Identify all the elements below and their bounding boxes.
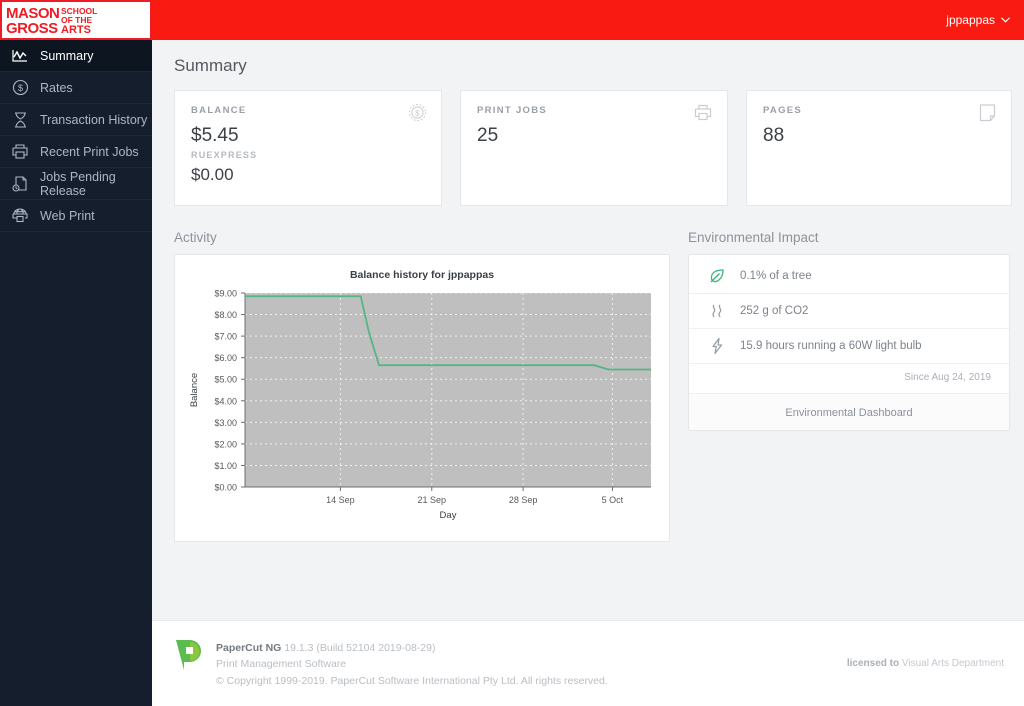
environmental-dashboard-link[interactable]: Environmental Dashboard — [785, 407, 912, 419]
content-area: Summary BALANCE $5.45 RUEXPRESS $0.00 $ — [152, 40, 1024, 706]
papercut-logo-icon — [174, 638, 204, 677]
balance-card-label: BALANCE — [191, 105, 247, 116]
svg-text:14 Sep: 14 Sep — [326, 495, 355, 505]
svg-text:$4.00: $4.00 — [214, 396, 237, 406]
co2-smoke-icon — [707, 302, 727, 320]
footer-version: 19.1.3 (Build 52104 2019-08-29) — [284, 642, 436, 655]
svg-text:28 Sep: 28 Sep — [509, 495, 538, 505]
sidebar-nav: Summary $ Rates Transaction History Rece… — [0, 40, 152, 232]
footer-text: PaperCut NG 19.1.3 (Build 52104 2019-08-… — [216, 638, 608, 689]
svg-text:$: $ — [17, 83, 22, 93]
pages-card-value: 88 — [763, 125, 785, 146]
svg-text:ARTS: ARTS — [61, 24, 91, 36]
pages-card-label: PAGES — [763, 105, 803, 116]
pages-card: PAGES 88 — [746, 90, 1012, 206]
footer-license-prefix: licensed to — [846, 658, 900, 669]
svg-text:$8.00: $8.00 — [214, 310, 237, 320]
svg-text:$: $ — [415, 109, 420, 118]
sidebar-item-transaction-history[interactable]: Transaction History — [0, 104, 152, 136]
dashboard-sections: Activity Balance history for jppappas $0… — [168, 206, 1012, 542]
activity-heading: Activity — [174, 230, 217, 245]
globe-printer-icon — [10, 206, 30, 226]
footer-copyright: © Copyright 1999-2019. PaperCut Software… — [216, 674, 608, 687]
page-icon — [978, 103, 997, 128]
environmental-panel: 0.1% of a tree 252 g of CO2 15.9 hours r… — [688, 254, 1010, 431]
summary-cards: BALANCE $5.45 RUEXPRESS $0.00 $ PRINT JO… — [168, 90, 1012, 206]
mason-gross-logo-icon: MASON GROSS SCHOOL OF THE ARTS — [6, 5, 97, 37]
env-row-co2: 252 g of CO2 — [689, 294, 1009, 329]
svg-text:$2.00: $2.00 — [214, 439, 237, 449]
activity-section: Activity Balance history for jppappas $0… — [174, 230, 670, 542]
sidebar-item-label: Recent Print Jobs — [40, 144, 139, 159]
sidebar-item-label: Rates — [40, 80, 73, 95]
lightning-bolt-icon — [707, 337, 727, 355]
env-row-tree: 0.1% of a tree — [689, 255, 1009, 294]
environmental-heading: Environmental Impact — [688, 230, 819, 245]
sidebar-item-jobs-pending-release[interactable]: Jobs Pending Release — [0, 168, 152, 200]
svg-text:$6.00: $6.00 — [214, 353, 237, 363]
env-row-text: 252 g of CO2 — [740, 305, 809, 317]
balance-card-value: $5.45 — [191, 125, 239, 146]
env-row-text: 15.9 hours running a 60W light bulb — [740, 340, 922, 352]
svg-text:GROSS: GROSS — [6, 20, 58, 37]
balance-card: BALANCE $5.45 RUEXPRESS $0.00 $ — [174, 90, 442, 206]
user-menu[interactable]: jppappas — [946, 13, 1010, 27]
dollar-coin-icon: $ — [408, 103, 427, 127]
balance-card-sublabel: RUEXPRESS — [191, 150, 258, 160]
topbar: jppappas — [152, 0, 1024, 40]
sidebar-item-label: Transaction History — [40, 112, 148, 127]
hourglass-icon — [10, 110, 30, 130]
svg-text:21 Sep: 21 Sep — [417, 495, 446, 505]
line-chart-icon — [10, 46, 30, 66]
svg-text:$5.00: $5.00 — [214, 375, 237, 385]
svg-text:$3.00: $3.00 — [214, 418, 237, 428]
main-area: jppappas Summary BALANCE $5.45 RUEXPRESS… — [152, 0, 1024, 706]
document-clock-icon — [10, 174, 30, 194]
footer-tagline: Print Management Software — [216, 658, 347, 671]
chart-title: Balance history for jppappas — [349, 269, 495, 281]
sidebar-item-label: Jobs Pending Release — [40, 169, 116, 198]
user-menu-label: jppappas — [946, 13, 995, 27]
page-title: Summary — [174, 56, 247, 75]
print-jobs-card-label: PRINT JOBS — [477, 105, 548, 116]
balance-history-chart-panel: Balance history for jppappas $0.00 $1.00 $… — [174, 254, 670, 542]
svg-text:5 Oct: 5 Oct — [602, 495, 624, 505]
env-row-energy: 15.9 hours running a 60W light bulb — [689, 329, 1009, 364]
printer-icon — [10, 142, 30, 162]
sidebar-item-label: Web Print — [40, 208, 95, 223]
svg-text:$7.00: $7.00 — [214, 332, 237, 342]
environmental-section: Environmental Impact 0.1% of a tree 252 … — [688, 230, 1010, 542]
brand-logo[interactable]: MASON GROSS SCHOOL OF THE ARTS — [0, 0, 152, 40]
svg-text:$9.00: $9.00 — [214, 289, 237, 299]
leaf-icon — [707, 267, 727, 285]
footer-left: PaperCut NG 19.1.3 (Build 52104 2019-08-… — [174, 638, 847, 689]
print-jobs-card-value: 25 — [477, 125, 499, 146]
svg-text:$0.00: $0.00 — [214, 483, 237, 493]
print-jobs-card: PRINT JOBS 25 — [460, 90, 728, 206]
svg-text:$1.00: $1.00 — [214, 461, 237, 471]
svg-text:Balance: Balance — [189, 373, 200, 407]
sidebar-item-summary[interactable]: Summary — [0, 40, 152, 72]
env-footer: Environmental Dashboard — [689, 393, 1009, 430]
sidebar-item-label: Summary — [40, 48, 94, 63]
sidebar: MASON GROSS SCHOOL OF THE ARTS Summary $… — [0, 0, 152, 706]
footer-license-org: Visual Arts Department — [901, 658, 1004, 669]
sidebar-item-recent-print-jobs[interactable]: Recent Print Jobs — [0, 136, 152, 168]
footer-product-name: PaperCut NG — [216, 642, 282, 655]
app-root: MASON GROSS SCHOOL OF THE ARTS Summary $… — [0, 0, 1024, 706]
balance-history-chart: $0.00 $1.00 $2.00 $3.00 $4.00 $5.00 $6.00 $7.00… — [189, 289, 651, 521]
balance-card-subvalue: $0.00 — [191, 165, 234, 184]
sidebar-item-rates[interactable]: $ Rates — [0, 72, 152, 104]
svg-text:Day: Day — [440, 510, 457, 521]
printer-icon — [693, 103, 713, 127]
chevron-down-icon — [1001, 17, 1010, 23]
env-row-text: 0.1% of a tree — [740, 270, 812, 282]
footer-version-line: PaperCut NG 19.1.3 (Build 52104 2019-08-… — [216, 640, 608, 656]
dollar-circle-icon: $ — [10, 78, 30, 98]
chart-canvas: $0.00 $1.00 $2.00 $3.00 $4.00 $5.00 $6.00 $7.00… — [183, 287, 661, 537]
page-footer: PaperCut NG 19.1.3 (Build 52104 2019-08-… — [152, 620, 1024, 706]
env-since-date: Since Aug 24, 2019 — [904, 372, 991, 383]
sidebar-item-web-print[interactable]: Web Print — [0, 200, 152, 232]
footer-license: licensed to Visual Arts Department — [847, 658, 1004, 669]
